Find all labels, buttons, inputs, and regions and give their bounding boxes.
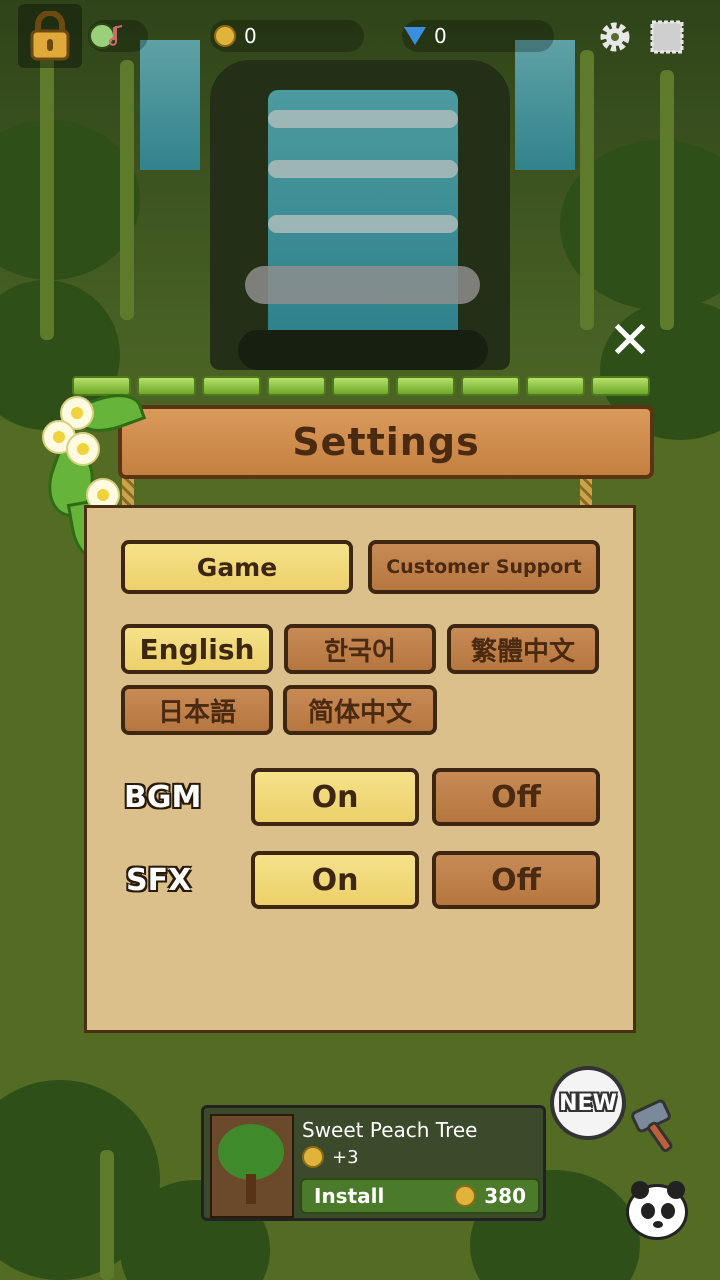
new-badge-label: NEW (559, 1090, 617, 1116)
panda-ear (631, 1181, 649, 1199)
panda-ear (667, 1181, 685, 1199)
language-label: 简体中文 (307, 697, 412, 728)
panda-eye (661, 1203, 675, 1219)
settings-button[interactable] (596, 18, 634, 56)
tab-game[interactable]: Game (121, 540, 353, 594)
close-button[interactable]: ✕ (604, 315, 656, 367)
tab-game-label: Game (196, 552, 278, 582)
bgm-label: BGM (124, 780, 202, 815)
fullscreen-button[interactable] (648, 18, 686, 56)
bamboo-segment (461, 376, 521, 396)
bamboo-segment (201, 376, 261, 396)
gem-count: 0 (434, 24, 447, 48)
language-label: 日本語 (157, 697, 236, 728)
hammer-icon (631, 1099, 673, 1153)
panda-button[interactable] (626, 1181, 688, 1240)
bgm-on-button[interactable]: On (251, 768, 419, 826)
install-button[interactable]: Install 380 (300, 1178, 540, 1214)
tab-customer-support[interactable]: Customer Support (368, 540, 600, 594)
coin-counter: 0 (210, 20, 364, 52)
tab-customer-support-label: Customer Support (386, 556, 582, 578)
bamboo-segment (136, 376, 196, 396)
bgm-on-label: On (311, 779, 359, 815)
top-hud: 0 0 (0, 0, 720, 76)
peach-tree-thumbnail (210, 1114, 294, 1218)
language-simplified-chinese[interactable]: 简体中文 (283, 685, 437, 735)
bgm-off-label: Off (491, 779, 541, 815)
bamboo-rail (72, 376, 651, 396)
shop-reward: +3 (302, 1146, 359, 1168)
shop-reward-value: +3 (332, 1146, 359, 1168)
install-label: Install (314, 1184, 385, 1208)
language-korean[interactable]: 한국어 (284, 624, 436, 674)
sfx-on-button[interactable]: On (251, 851, 419, 909)
coin-icon (302, 1146, 324, 1168)
tree-trunk (246, 1174, 256, 1204)
shop-item-name: Sweet Peach Tree (302, 1118, 478, 1142)
bamboo-segment (331, 376, 391, 396)
frame-icon (650, 20, 684, 54)
music-note-icon (89, 23, 123, 49)
language-label: English (139, 632, 255, 666)
title-board: Settings (118, 405, 654, 479)
coin-icon (454, 1185, 477, 1207)
language-label: 한국어 (324, 636, 396, 667)
bgm-off-button[interactable]: Off (432, 768, 600, 826)
price-value: 380 (484, 1184, 526, 1208)
flower-decoration (66, 432, 100, 466)
new-badge[interactable]: NEW (550, 1066, 626, 1140)
sfx-off-label: Off (491, 862, 541, 898)
dialog-title: Settings (292, 420, 480, 464)
bamboo-segment (72, 376, 131, 396)
install-price: 380 (454, 1184, 526, 1208)
language-traditional-chinese[interactable]: 繁體中文 (447, 624, 599, 674)
sfx-off-button[interactable]: Off (432, 851, 600, 909)
bamboo-segment (266, 376, 326, 396)
bamboo-segment (396, 376, 456, 396)
language-label: 繁體中文 (470, 636, 575, 667)
coin-count: 0 (244, 24, 257, 48)
shop-card[interactable]: Sweet Peach Tree +3 Install 380 (201, 1105, 546, 1221)
diamond-icon (404, 27, 426, 45)
hammer-button[interactable] (628, 1098, 688, 1158)
panda-nose (653, 1221, 663, 1228)
tree-canopy (218, 1124, 284, 1180)
music-badge[interactable] (88, 20, 148, 52)
lock-icon (30, 11, 70, 61)
coin-icon (214, 25, 236, 47)
lock-button[interactable] (18, 4, 82, 68)
gear-icon (600, 22, 630, 52)
gem-counter: 0 (402, 20, 554, 52)
language-japanese[interactable]: 日本語 (121, 685, 273, 735)
sfx-label: SFX (126, 863, 192, 898)
bamboo-segment (526, 376, 586, 396)
language-english[interactable]: English (121, 624, 273, 674)
panda-eye (641, 1203, 655, 1219)
bamboo-segment (591, 376, 651, 396)
sfx-on-label: On (311, 862, 359, 898)
